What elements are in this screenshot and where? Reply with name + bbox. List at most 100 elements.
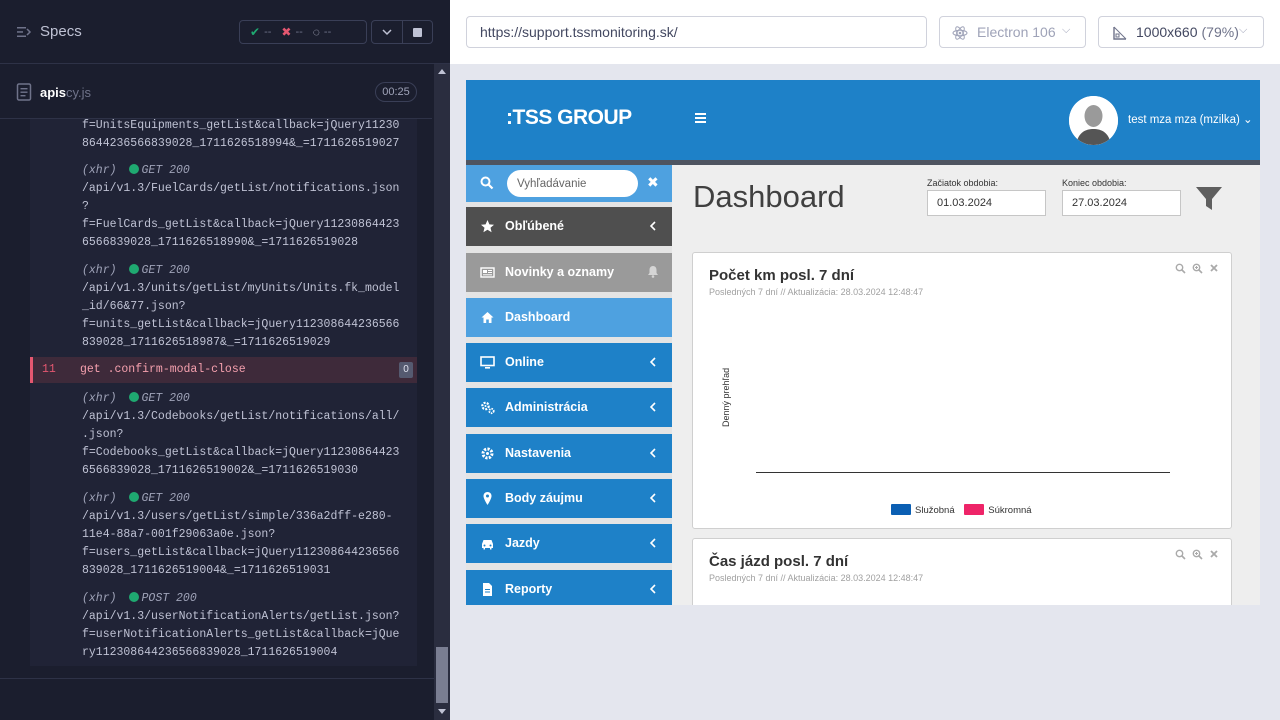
sidebar-item-label: Jazdy bbox=[505, 536, 540, 550]
sidebar-item-label: Dashboard bbox=[505, 310, 571, 324]
close-icon[interactable] bbox=[1210, 550, 1218, 558]
chevron-left-icon bbox=[650, 538, 656, 548]
scroll-down-arrow-icon[interactable] bbox=[438, 709, 446, 714]
sidebar-item-label: Reporty bbox=[505, 582, 553, 596]
pending-stat: ◌ -- bbox=[313, 25, 331, 39]
log-line: _id/66&77.json? bbox=[82, 300, 186, 313]
failed-count: -- bbox=[295, 26, 303, 38]
zoom-out-icon[interactable] bbox=[1175, 263, 1186, 274]
sidebar-item-label: Online bbox=[505, 355, 544, 369]
log-scrollbar[interactable] bbox=[434, 64, 450, 720]
sidebar-item-settings[interactable]: Nastavenia bbox=[466, 434, 672, 473]
command-count-badge: 0 bbox=[399, 362, 413, 378]
chevron-left-icon bbox=[650, 357, 656, 367]
close-icon[interactable]: ✖ bbox=[647, 174, 659, 191]
legend-swatch bbox=[964, 504, 985, 515]
hamburger-menu-icon[interactable] bbox=[695, 113, 706, 123]
x-axis-line bbox=[756, 472, 1170, 473]
tss-logo[interactable]: :TSS GROUP bbox=[506, 106, 632, 130]
chevron-left-icon bbox=[650, 402, 656, 412]
legend-item-private[interactable]: Súkromná bbox=[964, 504, 1032, 516]
spec-file-ext: cy.js bbox=[66, 85, 92, 100]
command-log[interactable]: f=UnitsEquipments_getList&callback=jQuer… bbox=[30, 119, 417, 666]
sidebar-item-dashboard[interactable]: Dashboard bbox=[466, 298, 672, 337]
monitor-icon bbox=[480, 356, 495, 369]
browser-selector[interactable]: Electron 106 ⌵ bbox=[939, 16, 1086, 48]
zoom-in-icon[interactable] bbox=[1192, 263, 1203, 274]
log-line: /api/v1.3/userNotificationAlerts/getList… bbox=[82, 610, 400, 623]
log-method: GET 200 bbox=[141, 492, 190, 505]
log-method: GET 200 bbox=[141, 164, 190, 177]
chevron-left-icon bbox=[650, 221, 656, 231]
log-line: 839028_1711626518987&_=1711626519029 bbox=[82, 336, 331, 349]
filter-icon[interactable] bbox=[1195, 185, 1223, 213]
app-frame: :TSS GROUP test mza mza (mzilka) ⌄ Vyhľa… bbox=[466, 80, 1260, 605]
log-head: (xhr) GET 200 bbox=[82, 392, 190, 405]
sidebar-item-label: Administrácia bbox=[505, 400, 588, 414]
spec-file-header: apiscy.js 00:25 bbox=[0, 65, 432, 119]
chevron-left-icon bbox=[650, 493, 656, 503]
passed-count: -- bbox=[264, 26, 272, 38]
period-start-label: Začiatok obdobia: bbox=[927, 178, 999, 188]
user-menu[interactable]: test mza mza (mzilka) ⌄ bbox=[1128, 112, 1253, 126]
log-line: 11e4-88a7-001f29063a0e.json? bbox=[82, 528, 276, 541]
search-icon bbox=[480, 176, 494, 190]
viewport-selector[interactable]: 1000x660 (79%) ⌵ bbox=[1098, 16, 1264, 48]
specs-list-icon[interactable] bbox=[16, 24, 32, 40]
sidebar-item-favorites[interactable]: Obľúbené bbox=[466, 207, 672, 246]
sidebar-item-trips[interactable]: Jazdy bbox=[466, 524, 672, 563]
sidebar-item-online[interactable]: Online bbox=[466, 343, 672, 382]
panel-title: Čas jázd posl. 7 dní bbox=[709, 553, 849, 570]
scroll-up-arrow-icon[interactable] bbox=[438, 69, 446, 74]
log-head: (xhr) GET 200 bbox=[82, 264, 190, 277]
period-start-input[interactable]: 01.03.2024 bbox=[927, 190, 1046, 216]
legend-label: Služobná bbox=[915, 505, 955, 516]
failed-stat: ✖ -- bbox=[281, 25, 302, 39]
zoom-in-icon[interactable] bbox=[1192, 549, 1203, 560]
chevron-down-icon: ⌵ bbox=[1062, 24, 1071, 36]
passed-stat: ✔ -- bbox=[250, 25, 271, 39]
user-avatar[interactable] bbox=[1069, 96, 1118, 145]
zoom-level: (79%) bbox=[1201, 24, 1239, 40]
collapse-button[interactable] bbox=[371, 20, 403, 44]
sidebar-search: ✖ bbox=[466, 165, 672, 202]
failed-command-row[interactable]: 11 get .confirm-modal-close 0 bbox=[30, 357, 417, 383]
reporter-panel: Specs ✔ -- ✖ -- ◌ -- apiscy.js 00:25 f=U… bbox=[0, 0, 450, 720]
sidebar-item-poi[interactable]: Body záujmu bbox=[466, 479, 672, 518]
log-head: (xhr) GET 200 bbox=[82, 492, 190, 505]
sidebar-item-news[interactable]: Novinky a oznamy bbox=[466, 253, 672, 292]
period-end-input[interactable]: 27.03.2024 bbox=[1062, 190, 1181, 216]
period-end-label: Koniec obdobia: bbox=[1062, 178, 1127, 188]
spec-file-basename: apis bbox=[40, 85, 67, 100]
browser-label: Electron 106 bbox=[977, 24, 1056, 40]
sidebar-item-administration[interactable]: Administrácia bbox=[466, 388, 672, 427]
log-line: /api/v1.3/units/getList/myUnits/Units.fk… bbox=[82, 282, 400, 295]
command-name: get .confirm-modal-close bbox=[80, 363, 246, 376]
log-line: .json? bbox=[82, 428, 124, 441]
log-line: /api/v1.3/FuelCards/getList/notification… bbox=[82, 182, 400, 195]
log-line: f=users_getList&callback=jQuery112308644… bbox=[82, 546, 400, 559]
specs-title[interactable]: Specs bbox=[40, 23, 82, 40]
legend-item-business[interactable]: Služobná bbox=[891, 504, 955, 516]
panel-subtitle: Posledných 7 dní // Aktualizácia: 28.03.… bbox=[709, 573, 924, 583]
log-type: (xhr) bbox=[82, 392, 117, 405]
zoom-out-icon[interactable] bbox=[1175, 549, 1186, 560]
page-title: Dashboard bbox=[693, 179, 845, 214]
screen: Specs ✔ -- ✖ -- ◌ -- apiscy.js 00:25 f=U… bbox=[0, 0, 1280, 720]
search-input[interactable] bbox=[507, 170, 638, 197]
panel-tools bbox=[1175, 263, 1218, 274]
stop-button[interactable] bbox=[403, 20, 433, 44]
chart-panel-km: Počet km posl. 7 dní Posledných 7 dní //… bbox=[692, 252, 1232, 529]
close-icon[interactable] bbox=[1210, 264, 1218, 272]
specs-header: Specs ✔ -- ✖ -- ◌ -- bbox=[0, 0, 450, 64]
stop-icon bbox=[413, 28, 422, 37]
log-type: (xhr) bbox=[82, 264, 117, 277]
log-line: f=UnitsEquipments_getList&callback=jQuer… bbox=[82, 119, 400, 132]
url-bar[interactable]: https://support.tssmonitoring.sk/ bbox=[466, 16, 927, 48]
sidebar-item-reports[interactable]: Reporty bbox=[466, 570, 672, 605]
spec-file-name[interactable]: apiscy.js bbox=[40, 85, 91, 100]
bell-icon[interactable] bbox=[647, 265, 659, 278]
log-line: /api/v1.3/users/getList/simple/336a2dff-… bbox=[82, 510, 393, 523]
x-icon: ✖ bbox=[281, 25, 292, 39]
scrollbar-thumb[interactable] bbox=[436, 647, 448, 703]
